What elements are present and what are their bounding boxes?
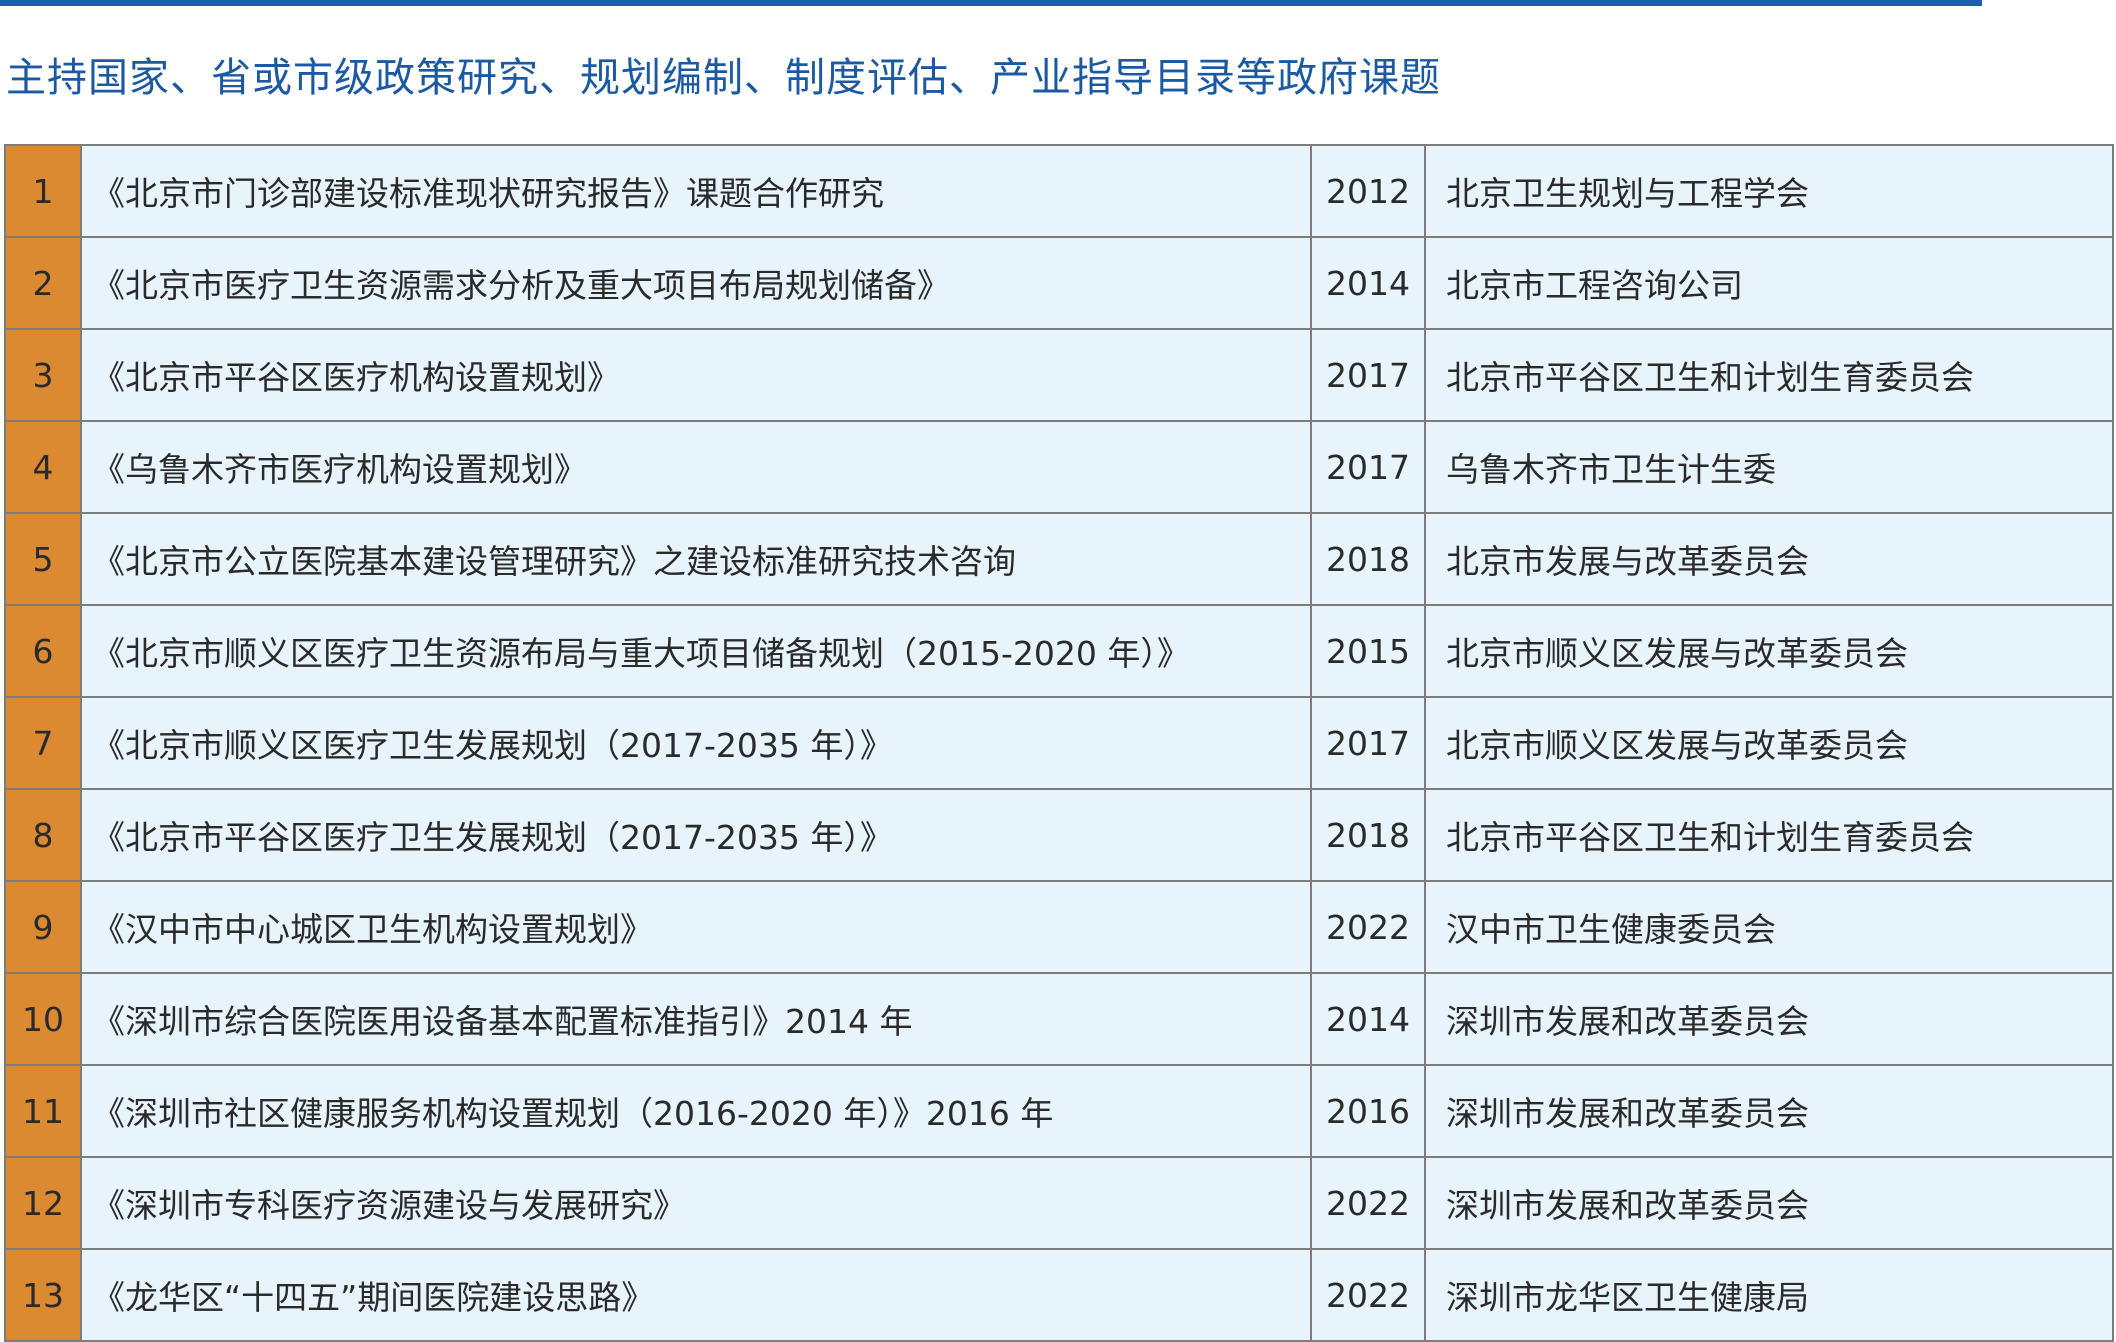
project-name: 《汉中市中心城区卫生机构设置规划》 xyxy=(80,880,1312,974)
project-name: 《北京市门诊部建设标准现状研究报告》课题合作研究 xyxy=(80,144,1312,238)
row-number: 3 xyxy=(4,328,82,422)
table-row: 5 《北京市公立医院基本建设管理研究》之建设标准研究技术咨询 2018 北京市发… xyxy=(4,512,2114,606)
client-organization: 北京市工程咨询公司 xyxy=(1424,236,2114,330)
project-name: 《深圳市社区健康服务机构设置规划（2016-2020 年）》2016 年 xyxy=(80,1064,1312,1158)
project-year: 2022 xyxy=(1310,1156,1426,1250)
project-name: 《深圳市专科医疗资源建设与发展研究》 xyxy=(80,1156,1312,1250)
project-year: 2016 xyxy=(1310,1064,1426,1158)
projects-table-wrap: 1 《北京市门诊部建设标准现状研究报告》课题合作研究 2012 北京卫生规划与工… xyxy=(4,144,2114,1342)
project-name: 《北京市公立医院基本建设管理研究》之建设标准研究技术咨询 xyxy=(80,512,1312,606)
table-row: 7 《北京市顺义区医疗卫生发展规划（2017-2035 年）》 2017 北京市… xyxy=(4,696,2114,790)
project-year: 2017 xyxy=(1310,420,1426,514)
client-organization: 深圳市发展和改革委员会 xyxy=(1424,1156,2114,1250)
project-name: 《北京市顺义区医疗卫生发展规划（2017-2035 年）》 xyxy=(80,696,1312,790)
table-row: 11 《深圳市社区健康服务机构设置规划（2016-2020 年）》2016 年 … xyxy=(4,1064,2114,1158)
row-number: 1 xyxy=(4,144,82,238)
row-number: 2 xyxy=(4,236,82,330)
row-number: 12 xyxy=(4,1156,82,1250)
project-name: 《北京市医疗卫生资源需求分析及重大项目布局规划储备》 xyxy=(80,236,1312,330)
client-organization: 汉中市卫生健康委员会 xyxy=(1424,880,2114,974)
row-number: 10 xyxy=(4,972,82,1066)
table-row: 8 《北京市平谷区医疗卫生发展规划（2017-2035 年）》 2018 北京市… xyxy=(4,788,2114,882)
project-name: 《深圳市综合医院医用设备基本配置标准指引》2014 年 xyxy=(80,972,1312,1066)
client-organization: 北京市平谷区卫生和计划生育委员会 xyxy=(1424,328,2114,422)
project-name: 《北京市顺义区医疗卫生资源布局与重大项目储备规划（2015-2020 年）》 xyxy=(80,604,1312,698)
row-number: 7 xyxy=(4,696,82,790)
page-title: 主持国家、省或市级政策研究、规划编制、制度评估、产业指导目录等政府课题 xyxy=(6,55,1441,101)
table-row: 9 《汉中市中心城区卫生机构设置规划》 2022 汉中市卫生健康委员会 xyxy=(4,880,2114,974)
project-name: 《乌鲁木齐市医疗机构设置规划》 xyxy=(80,420,1312,514)
project-year: 2018 xyxy=(1310,512,1426,606)
project-year: 2015 xyxy=(1310,604,1426,698)
client-organization: 深圳市发展和改革委员会 xyxy=(1424,972,2114,1066)
table-row: 12 《深圳市专科医疗资源建设与发展研究》 2022 深圳市发展和改革委员会 xyxy=(4,1156,2114,1250)
project-year: 2017 xyxy=(1310,696,1426,790)
project-year: 2014 xyxy=(1310,236,1426,330)
project-year: 2018 xyxy=(1310,788,1426,882)
client-organization: 深圳市发展和改革委员会 xyxy=(1424,1064,2114,1158)
row-number: 8 xyxy=(4,788,82,882)
client-organization: 北京市发展与改革委员会 xyxy=(1424,512,2114,606)
client-organization: 北京市顺义区发展与改革委员会 xyxy=(1424,696,2114,790)
table-row: 13 《龙华区“十四五”期间医院建设思路》 2022 深圳市龙华区卫生健康局 xyxy=(4,1248,2114,1342)
row-number: 4 xyxy=(4,420,82,514)
project-year: 2022 xyxy=(1310,880,1426,974)
project-year: 2012 xyxy=(1310,144,1426,238)
table-row: 10 《深圳市综合医院医用设备基本配置标准指引》2014 年 2014 深圳市发… xyxy=(4,972,2114,1066)
projects-table: 1 《北京市门诊部建设标准现状研究报告》课题合作研究 2012 北京卫生规划与工… xyxy=(4,144,2114,1342)
client-organization: 乌鲁木齐市卫生计生委 xyxy=(1424,420,2114,514)
project-name: 《北京市平谷区医疗机构设置规划》 xyxy=(80,328,1312,422)
table-row: 4 《乌鲁木齐市医疗机构设置规划》 2017 乌鲁木齐市卫生计生委 xyxy=(4,420,2114,514)
projects-table-body: 1 《北京市门诊部建设标准现状研究报告》课题合作研究 2012 北京卫生规划与工… xyxy=(4,144,2114,1342)
client-organization: 北京市顺义区发展与改革委员会 xyxy=(1424,604,2114,698)
project-name: 《龙华区“十四五”期间医院建设思路》 xyxy=(80,1248,1312,1342)
row-number: 5 xyxy=(4,512,82,606)
row-number: 13 xyxy=(4,1248,82,1342)
client-organization: 深圳市龙华区卫生健康局 xyxy=(1424,1248,2114,1342)
row-number: 11 xyxy=(4,1064,82,1158)
row-number: 6 xyxy=(4,604,82,698)
project-year: 2022 xyxy=(1310,1248,1426,1342)
row-number: 9 xyxy=(4,880,82,974)
project-year: 2014 xyxy=(1310,972,1426,1066)
client-organization: 北京卫生规划与工程学会 xyxy=(1424,144,2114,238)
table-row: 3 《北京市平谷区医疗机构设置规划》 2017 北京市平谷区卫生和计划生育委员会 xyxy=(4,328,2114,422)
top-rule xyxy=(0,0,1982,6)
table-row: 6 《北京市顺义区医疗卫生资源布局与重大项目储备规划（2015-2020 年）》… xyxy=(4,604,2114,698)
table-row: 1 《北京市门诊部建设标准现状研究报告》课题合作研究 2012 北京卫生规划与工… xyxy=(4,144,2114,238)
table-row: 2 《北京市医疗卫生资源需求分析及重大项目布局规划储备》 2014 北京市工程咨… xyxy=(4,236,2114,330)
project-year: 2017 xyxy=(1310,328,1426,422)
client-organization: 北京市平谷区卫生和计划生育委员会 xyxy=(1424,788,2114,882)
project-name: 《北京市平谷区医疗卫生发展规划（2017-2035 年）》 xyxy=(80,788,1312,882)
